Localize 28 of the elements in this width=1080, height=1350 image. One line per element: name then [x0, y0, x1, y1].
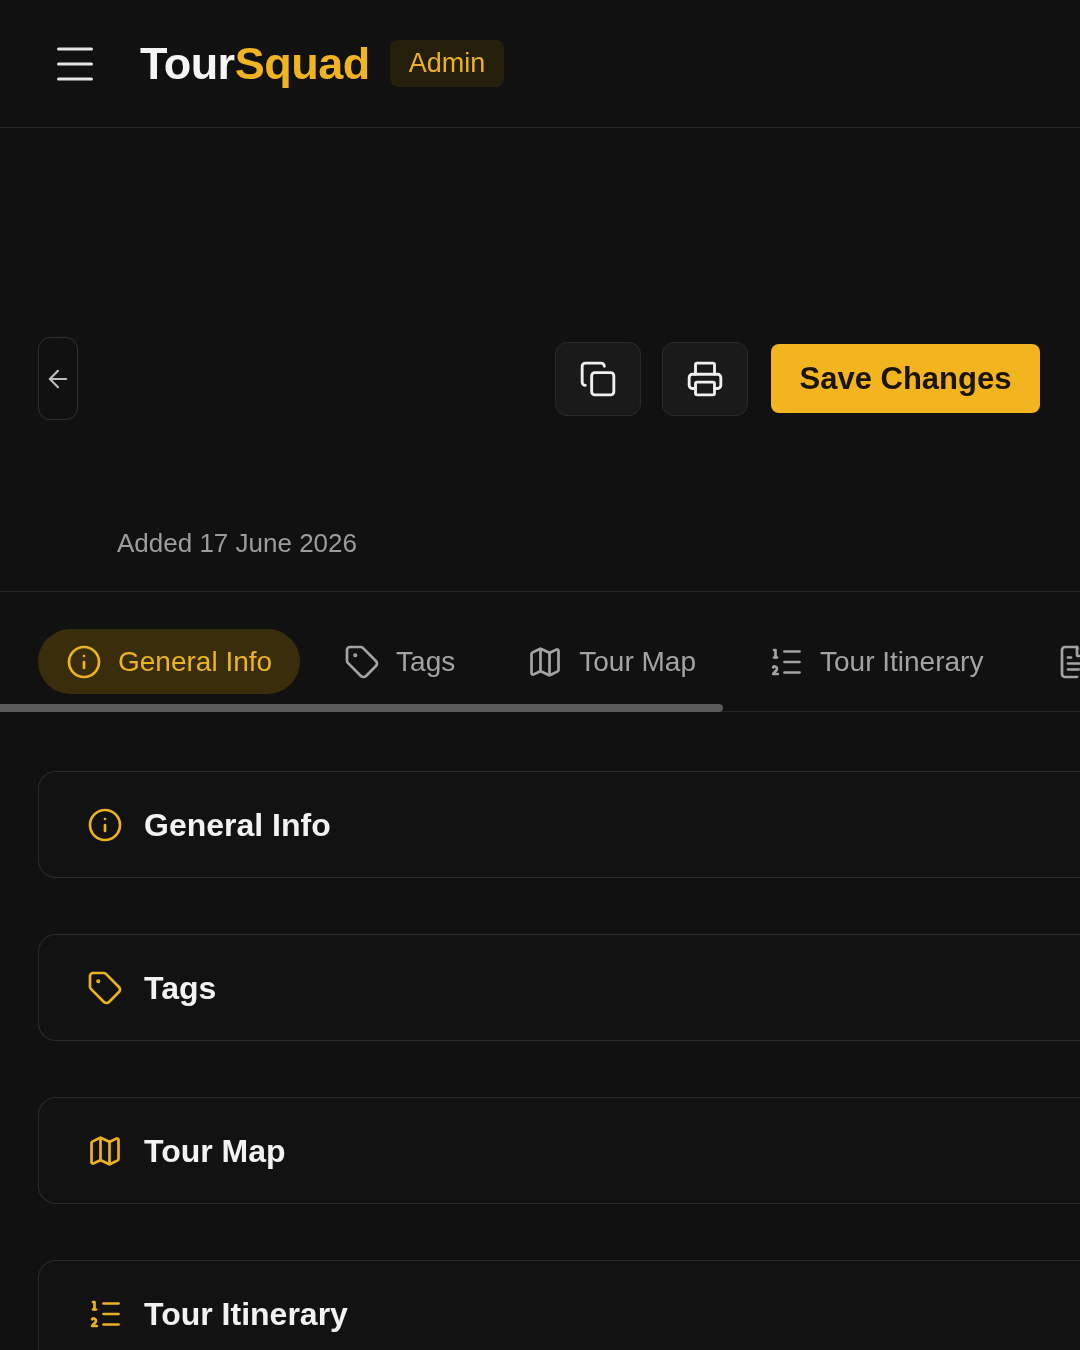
section-title: Tags — [144, 971, 217, 1004]
info-icon — [87, 806, 123, 843]
tab[interactable]: Tags — [316, 629, 484, 694]
print-button[interactable] — [662, 341, 748, 416]
section-title: Tour Map — [144, 1134, 286, 1167]
tag-icon — [87, 969, 123, 1006]
section-title: Tour Itinerary — [144, 1297, 348, 1330]
printer-icon — [686, 359, 724, 398]
back-button[interactable] — [38, 337, 78, 420]
section-card[interactable]: Tour Map — [38, 1097, 1080, 1204]
app-logo: TourSquad — [140, 41, 370, 86]
info-icon — [66, 643, 102, 680]
duplicate-button[interactable] — [555, 341, 641, 416]
role-badge: Admin — [389, 40, 505, 87]
tab[interactable]: Tour Itinerary — [740, 629, 1012, 694]
tab[interactable]: General Info — [38, 629, 301, 694]
menu-icon — [57, 46, 93, 81]
section-card[interactable]: Tour Itinerary — [38, 1260, 1080, 1350]
scrollbar-thumb[interactable] — [0, 704, 723, 712]
tab[interactable]: Tour Map — [499, 629, 724, 694]
section-title: General Info — [144, 808, 331, 841]
section-card[interactable]: Tags — [38, 934, 1080, 1041]
tag-icon — [344, 643, 381, 680]
save-button[interactable]: Save Changes — [771, 344, 1040, 413]
section-card[interactable]: General Info — [38, 771, 1080, 878]
added-date: Added 17 June 2026 — [117, 528, 357, 558]
copy-icon — [579, 359, 617, 398]
menu-button[interactable] — [57, 46, 93, 81]
